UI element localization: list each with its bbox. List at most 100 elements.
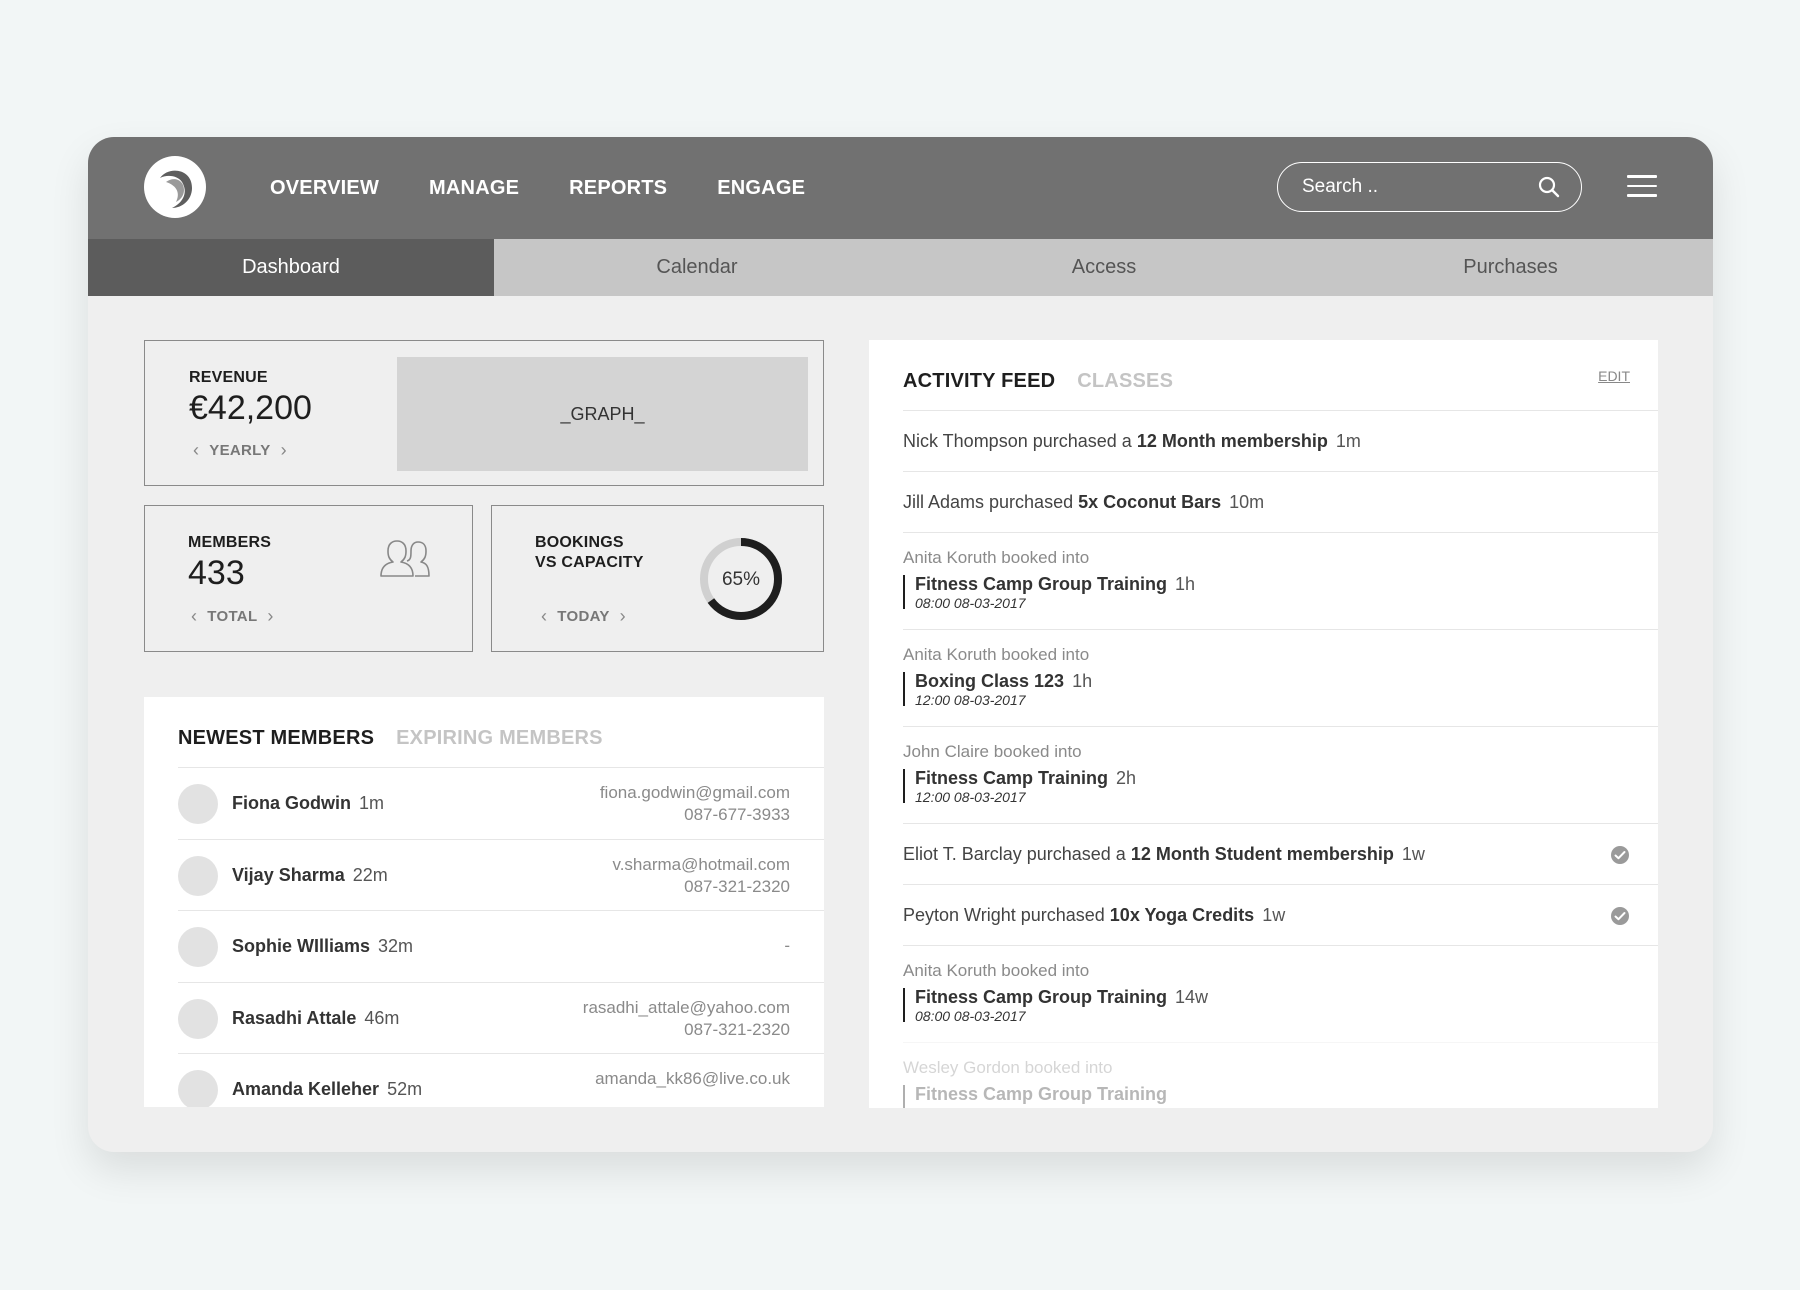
- brand-logo[interactable]: [144, 156, 206, 218]
- nav-engage[interactable]: ENGAGE: [717, 177, 805, 200]
- bookings-period-label: TODAY: [557, 607, 610, 625]
- chevron-right-icon[interactable]: ›: [620, 607, 626, 625]
- tab-newest-members[interactable]: NEWEST MEMBERS: [178, 727, 374, 750]
- chevron-left-icon[interactable]: ‹: [541, 607, 547, 625]
- bookings-card: BOOKINGS VS CAPACITY ‹ TODAY › 65%: [491, 505, 824, 652]
- check-circle-icon[interactable]: [1610, 845, 1630, 870]
- tab-purchases[interactable]: Purchases: [1308, 239, 1713, 296]
- revenue-period-selector: ‹ YEARLY ›: [183, 441, 297, 459]
- member-joined-ago: 32m: [378, 936, 414, 956]
- feed-item-purchase[interactable]: Peyton Wright purchased 10x Yoga Credits…: [903, 884, 1658, 945]
- search-icon[interactable]: [1537, 175, 1561, 204]
- tab-expiring-members[interactable]: EXPIRING MEMBERS: [396, 727, 603, 750]
- feed-item-who: Wesley Gordon booked into: [903, 1058, 1113, 1077]
- chevron-left-icon[interactable]: ‹: [193, 441, 199, 459]
- revenue-graph-placeholder: _GRAPH_: [397, 357, 808, 471]
- chevron-right-icon[interactable]: ›: [281, 441, 287, 459]
- member-name: Rasadhi Attale: [232, 1007, 357, 1028]
- members-card: MEMBERS 433 ‹ TOTAL ›: [144, 505, 473, 652]
- revenue-value: €42,200: [189, 389, 312, 427]
- list-item[interactable]: Rasadhi Attale 46m rasadhi_attale@yahoo.c…: [178, 981, 824, 1054]
- member-email: v.sharma@hotmail.com: [612, 854, 790, 874]
- feed-item-booking[interactable]: John Claire booked into Fitness Camp Tra…: [903, 726, 1658, 823]
- feed-item-purchase[interactable]: Eliot T. Barclay purchased a 12 Month St…: [903, 823, 1658, 884]
- feed-item-ago: 14w: [1175, 987, 1209, 1007]
- top-navigation-bar: OVERVIEW MANAGE REPORTS ENGAGE: [88, 137, 1713, 239]
- nav-manage[interactable]: MANAGE: [429, 177, 519, 200]
- bookings-period-selector: ‹ TODAY ›: [531, 607, 636, 625]
- search-box[interactable]: [1277, 162, 1582, 212]
- feed-item-text: Eliot T. Barclay purchased a: [903, 844, 1126, 864]
- member-joined-ago: 52m: [387, 1079, 423, 1099]
- hamburger-menu-icon[interactable]: [1627, 175, 1657, 199]
- feed-item-ago: 2h: [1116, 768, 1137, 788]
- feed-item-when: 12:00 08-03-2017: [915, 789, 1026, 805]
- member-name: Fiona Godwin: [232, 793, 351, 813]
- search-input[interactable]: [1302, 163, 1522, 210]
- feed-item-class: Fitness Camp Group Training: [915, 574, 1168, 594]
- member-name: Vijay Sharma: [232, 864, 345, 885]
- tab-activity-feed[interactable]: ACTIVITY FEED: [903, 370, 1055, 393]
- feed-item-class: Fitness Camp Group Training: [915, 987, 1168, 1007]
- feed-item-purchase[interactable]: Jill Adams purchased 5x Coconut Bars 10m: [903, 471, 1658, 532]
- feed-item-booking[interactable]: Anita Koruth booked into Fitness Camp Gr…: [903, 532, 1658, 629]
- feed-item-when: 08:00 08-03-2017: [915, 1008, 1026, 1024]
- revenue-card: REVENUE €42,200 ‹ YEARLY › _GRAPH_: [144, 340, 824, 486]
- app-window: OVERVIEW MANAGE REPORTS ENGAGE Dashboard…: [88, 137, 1713, 1152]
- avatar: [178, 1070, 218, 1107]
- members-value: 433: [188, 554, 245, 592]
- bookings-label-line2: VS CAPACITY: [535, 554, 644, 571]
- feed-item-ago: 1h: [1072, 671, 1093, 691]
- feed-item-product: 12 Month Student membership: [1130, 844, 1394, 864]
- feed-item-class: Boxing Class 123: [915, 671, 1065, 691]
- members-panel-tabs: NEWEST MEMBERS EXPIRING MEMBERS: [178, 727, 625, 750]
- feed-item-booking[interactable]: Anita Koruth booked into Boxing Class 12…: [903, 629, 1658, 726]
- feed-item-text: Peyton Wright purchased: [903, 905, 1105, 925]
- list-item[interactable]: Vijay Sharma 22m v.sharma@hotmail.com 087-…: [178, 838, 824, 911]
- feed-item-booking[interactable]: Anita Koruth booked into Fitness Camp Gr…: [903, 945, 1658, 1042]
- nav-reports[interactable]: REPORTS: [569, 177, 667, 200]
- sub-tabs: Dashboard Calendar Access Purchases: [88, 239, 1713, 296]
- feed-item-product: 5x Coconut Bars: [1078, 492, 1222, 512]
- member-name: Sophie WIlliams: [232, 936, 371, 956]
- member-name: Amanda Kelleher: [232, 1079, 380, 1099]
- avatar: [178, 784, 218, 824]
- tab-calendar[interactable]: Calendar: [494, 239, 900, 296]
- member-email: amanda_kk86@live.co.uk: [595, 1069, 790, 1088]
- avatar: [178, 998, 218, 1039]
- feed-item-product: 12 Month membership: [1136, 431, 1328, 451]
- member-phone: 087-677-3933: [684, 805, 790, 824]
- member-email: -: [784, 936, 790, 955]
- feed-item-who: John Claire booked into: [903, 742, 1082, 761]
- edit-link[interactable]: EDIT: [1598, 368, 1630, 384]
- feed-item-ago: 10m: [1229, 492, 1265, 512]
- avatar: [178, 855, 218, 896]
- chevron-left-icon[interactable]: ‹: [191, 607, 197, 625]
- members-period-label: TOTAL: [207, 607, 258, 625]
- revenue-period-label: YEARLY: [209, 441, 271, 459]
- member-email: fiona.godwin@gmail.com: [599, 783, 790, 802]
- avatar: [178, 927, 218, 967]
- feed-item-when: 12:00 08-03-2017: [915, 692, 1026, 708]
- chevron-right-icon[interactable]: ›: [267, 607, 273, 625]
- nav-overview[interactable]: OVERVIEW: [270, 177, 379, 200]
- feed-item-who: Anita Koruth booked into: [903, 961, 1090, 980]
- main-nav: OVERVIEW MANAGE REPORTS ENGAGE: [270, 137, 855, 239]
- activity-feed-panel: ACTIVITY FEED CLASSES EDIT Nick Thompson…: [869, 340, 1658, 1108]
- list-item[interactable]: Fiona Godwin 1m fiona.godwin@gmail.com 087…: [178, 767, 824, 839]
- member-joined-ago: 22m: [352, 864, 388, 885]
- tab-classes[interactable]: CLASSES: [1077, 370, 1173, 393]
- bookings-label-line1: BOOKINGS: [535, 534, 624, 551]
- list-item[interactable]: Sophie WIlliams 32m -: [178, 910, 824, 982]
- check-circle-icon[interactable]: [1610, 906, 1630, 931]
- feed-item-purchase[interactable]: Nick Thompson purchased a 12 Month membe…: [903, 410, 1658, 471]
- feed-item-booking[interactable]: Wesley Gordon booked into Fitness Camp G…: [903, 1042, 1658, 1108]
- activity-feed-list: Nick Thompson purchased a 12 Month membe…: [903, 410, 1658, 1108]
- feed-item-who: Anita Koruth booked into: [903, 548, 1090, 567]
- tab-dashboard[interactable]: Dashboard: [88, 239, 494, 296]
- feed-item-ago: 1w: [1401, 844, 1425, 864]
- tab-access[interactable]: Access: [900, 239, 1308, 296]
- feed-item-ago: 1h: [1175, 574, 1196, 594]
- list-item[interactable]: Amanda Kelleher 52m amanda_kk86@live.co.u…: [178, 1053, 824, 1107]
- newest-members-panel: NEWEST MEMBERS EXPIRING MEMBERS Fiona Go…: [144, 697, 824, 1107]
